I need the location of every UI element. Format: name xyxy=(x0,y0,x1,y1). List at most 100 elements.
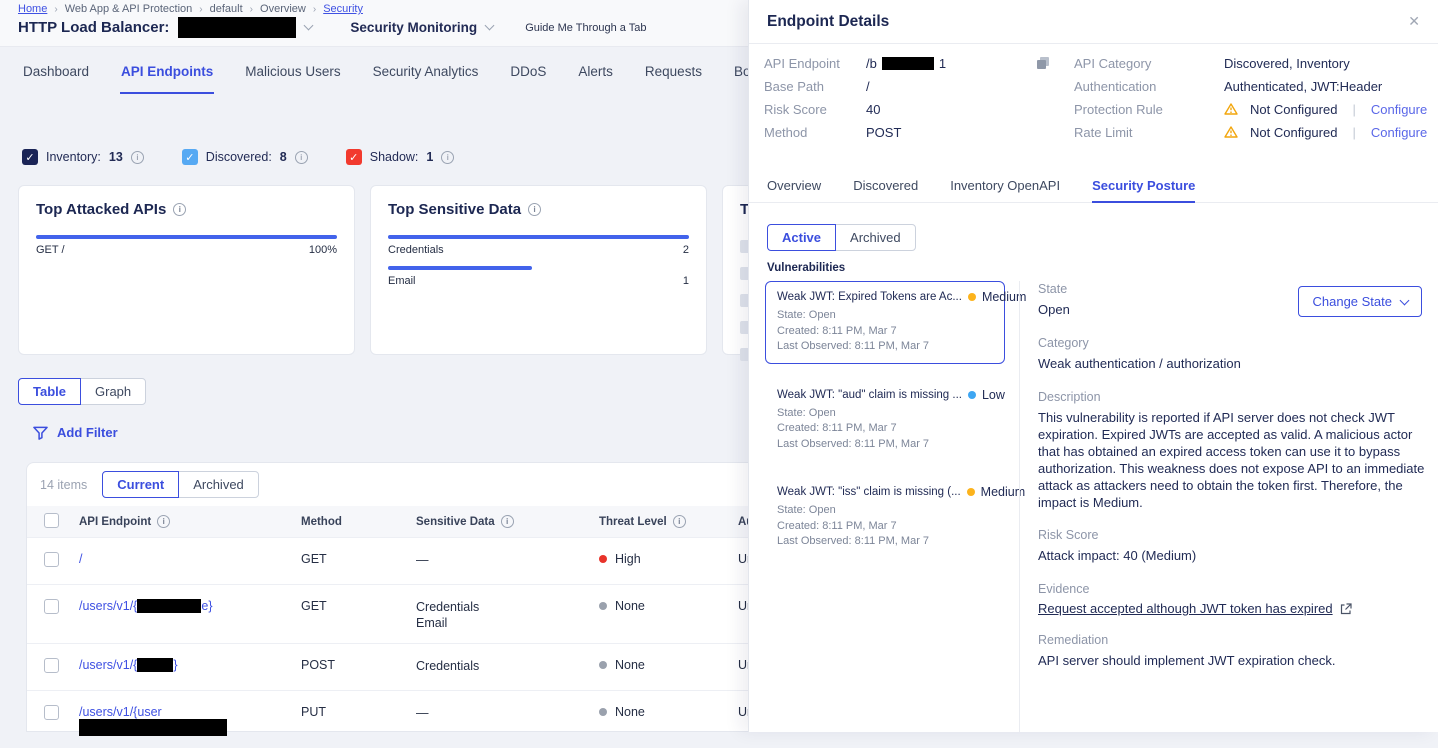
table-view-button[interactable]: Table xyxy=(18,378,81,405)
row-checkbox[interactable] xyxy=(44,552,59,567)
endpoint-details-panel: Endpoint Details ✕ API Endpoint /b1 Base… xyxy=(748,0,1438,732)
tab-ddos[interactable]: DDoS xyxy=(509,64,547,94)
redacted-endpoint xyxy=(79,719,227,736)
configure-protection-link[interactable]: Configure xyxy=(1371,102,1427,117)
inventory-checkbox[interactable]: ✓ xyxy=(22,149,38,165)
tab-dashboard[interactable]: Dashboard xyxy=(22,64,90,94)
detail-label: Rate Limit xyxy=(1074,125,1224,140)
protection-rule-value: Not Configured | Configure xyxy=(1224,102,1427,117)
chevron-down-icon xyxy=(1400,295,1410,305)
info-icon[interactable]: i xyxy=(295,151,308,164)
vuln-meta: State: Open Created: 8:11 PM, Mar 7 Last… xyxy=(777,503,993,550)
info-icon[interactable]: i xyxy=(131,151,144,164)
redacted-endpoint xyxy=(137,658,173,672)
col-method[interactable]: Method xyxy=(301,516,416,528)
tab-security-posture[interactable]: Security Posture xyxy=(1092,178,1195,203)
method-cell: PUT xyxy=(301,705,416,719)
breadcrumb-overview[interactable]: Overview xyxy=(260,3,306,15)
page-title: HTTP Load Balancer: xyxy=(18,19,169,36)
vulnerability-detail: Change State State Open Category Weak au… xyxy=(1038,281,1422,686)
items-count: 14 items xyxy=(40,478,87,492)
warning-icon xyxy=(1224,126,1238,138)
guide-me-link[interactable]: Guide Me Through a Tab xyxy=(525,22,646,34)
view-toggle: Table Graph xyxy=(18,378,146,405)
divider: | xyxy=(1352,125,1355,140)
redacted-loadbalancer-name[interactable] xyxy=(178,17,296,38)
endpoint-link[interactable]: /users/v1/{user xyxy=(79,705,301,736)
bar-item: GET / 100% xyxy=(36,235,337,256)
vulnerability-card[interactable]: Weak JWT: Expired Tokens are Ac... Mediu… xyxy=(765,281,1005,364)
archived-button[interactable]: Archived xyxy=(178,471,259,498)
close-icon[interactable]: ✕ xyxy=(1408,13,1420,30)
detail-label: Authentication xyxy=(1074,79,1224,94)
tab-inventory-openapi[interactable]: Inventory OpenAPI xyxy=(950,178,1060,203)
archived-button[interactable]: Archived xyxy=(835,224,916,251)
vulnerabilities-heading: Vulnerabilities xyxy=(767,262,845,274)
threat-dot xyxy=(599,708,607,716)
bar-item: Credentials 2 xyxy=(388,235,689,256)
vuln-title: Weak JWT: "aud" claim is missing ... xyxy=(777,389,962,401)
vulnerability-card[interactable]: Weak JWT: "aud" claim is missing ... Low… xyxy=(765,379,1005,462)
tab-overview[interactable]: Overview xyxy=(767,178,821,203)
add-filter-button[interactable]: Add Filter xyxy=(33,425,118,440)
monitoring-selector[interactable]: Security Monitoring xyxy=(350,20,477,35)
configure-rate-limit-link[interactable]: Configure xyxy=(1371,125,1427,140)
info-icon[interactable]: i xyxy=(173,203,186,216)
info-icon[interactable]: i xyxy=(501,515,514,528)
evidence-link[interactable]: Request accepted although JWT token has … xyxy=(1038,601,1333,616)
vulnerability-card[interactable]: Weak JWT: "iss" claim is missing (... Me… xyxy=(765,476,1005,559)
endpoint-link[interactable]: /users/v1/{} xyxy=(79,658,301,672)
method-value: POST xyxy=(866,125,901,140)
discovered-checkbox[interactable]: ✓ xyxy=(182,149,198,165)
row-checkbox[interactable] xyxy=(44,705,59,720)
copy-icon[interactable] xyxy=(1036,56,1050,75)
vuln-title: Weak JWT: Expired Tokens are Ac... xyxy=(777,291,962,303)
current-button[interactable]: Current xyxy=(102,471,179,498)
breadcrumb-default[interactable]: default xyxy=(210,3,243,15)
change-state-button[interactable]: Change State xyxy=(1298,286,1422,317)
filter-label: Inventory: xyxy=(46,150,101,164)
bar-label: Email xyxy=(388,275,416,287)
remediation-text: API server should implement JWT expirati… xyxy=(1038,652,1422,670)
breadcrumb-security[interactable]: Security xyxy=(323,3,363,15)
active-button[interactable]: Active xyxy=(767,224,836,251)
row-checkbox[interactable] xyxy=(44,599,59,614)
chevron-down-icon[interactable] xyxy=(485,21,495,31)
info-icon[interactable]: i xyxy=(673,515,686,528)
tab-alerts[interactable]: Alerts xyxy=(577,64,614,94)
method-cell: GET xyxy=(301,552,416,566)
bar-value: 1 xyxy=(683,275,689,287)
breadcrumb-home[interactable]: Home xyxy=(18,3,47,15)
tab-security-analytics[interactable]: Security Analytics xyxy=(372,64,480,94)
select-all-checkbox[interactable] xyxy=(44,513,59,528)
chevron-down-icon[interactable] xyxy=(304,21,314,31)
threat-cell: None xyxy=(599,705,738,719)
col-sensitive-data[interactable]: Sensitive Data xyxy=(416,516,495,528)
info-icon[interactable]: i xyxy=(157,515,170,528)
endpoint-link[interactable]: / xyxy=(79,552,301,566)
bar-label: GET / xyxy=(36,244,65,256)
filter-discovered: ✓ Discovered: 8 i xyxy=(182,149,308,165)
col-threat-level[interactable]: Threat Level xyxy=(599,516,667,528)
info-icon[interactable]: i xyxy=(441,151,454,164)
sensitive-cell: Credentials xyxy=(416,658,599,674)
endpoint-link[interactable]: /users/v1/{e} xyxy=(79,599,301,613)
severity-dot xyxy=(967,488,975,496)
shadow-checkbox[interactable]: ✓ xyxy=(346,149,362,165)
rate-limit-value: Not Configured | Configure xyxy=(1224,125,1427,140)
api-category-value: Discovered, Inventory xyxy=(1224,56,1350,71)
threat-dot xyxy=(599,602,607,610)
breadcrumb-waap[interactable]: Web App & API Protection xyxy=(65,3,193,15)
row-checkbox[interactable] xyxy=(44,658,59,673)
info-icon[interactable]: i xyxy=(528,203,541,216)
graph-view-button[interactable]: Graph xyxy=(80,378,146,405)
tab-malicious-users[interactable]: Malicious Users xyxy=(244,64,341,94)
tab-api-endpoints[interactable]: API Endpoints xyxy=(120,64,214,94)
tab-discovered[interactable]: Discovered xyxy=(853,178,918,203)
category-value: Weak authentication / authorization xyxy=(1038,355,1422,373)
external-link-icon[interactable] xyxy=(1340,603,1352,615)
col-api-endpoint[interactable]: API Endpoint xyxy=(79,516,151,528)
filter-label: Discovered: xyxy=(206,150,272,164)
tab-requests[interactable]: Requests xyxy=(644,64,703,94)
breadcrumb: Home › Web App & API Protection › defaul… xyxy=(18,3,363,15)
